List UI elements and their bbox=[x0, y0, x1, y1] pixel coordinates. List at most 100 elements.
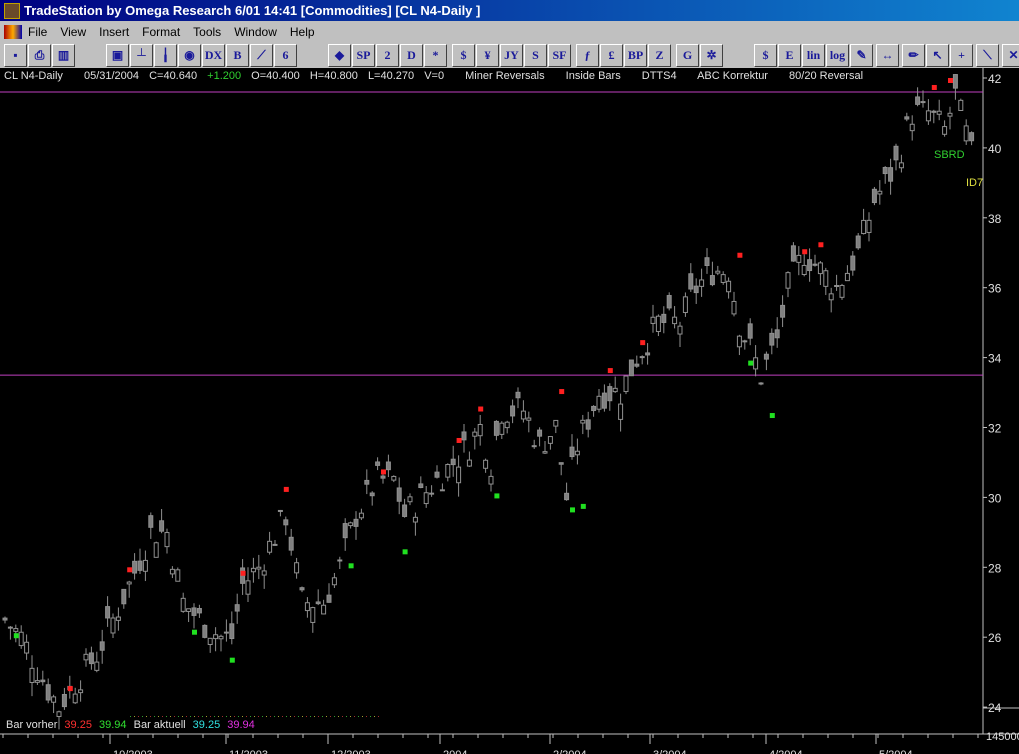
yen-button[interactable]: ¥ bbox=[476, 44, 499, 67]
tick-chart-button[interactable]: ┴ bbox=[130, 44, 153, 67]
volume-dot bbox=[318, 716, 319, 717]
curr-bar-label: Bar aktuell bbox=[133, 719, 186, 731]
menu-format[interactable]: Format bbox=[142, 25, 180, 39]
globe-button[interactable]: ◉ bbox=[178, 44, 201, 67]
volume-dot bbox=[334, 716, 335, 717]
b-doc-icon: B bbox=[233, 48, 242, 62]
indicator-label[interactable]: Miner Reversals bbox=[465, 70, 544, 82]
menu-tools[interactable]: Tools bbox=[193, 25, 221, 39]
candle-body bbox=[704, 257, 710, 267]
print-button[interactable]: ⎙ bbox=[28, 44, 51, 67]
lin-button[interactable]: lin bbox=[802, 44, 825, 67]
gold-button[interactable]: G bbox=[676, 44, 699, 67]
crosshair-button[interactable]: + bbox=[950, 44, 973, 67]
volume-dot bbox=[190, 716, 191, 717]
pencil-button[interactable]: ✏ bbox=[902, 44, 925, 67]
volume-dot bbox=[314, 716, 315, 717]
bar-chart-button[interactable]: ╽ bbox=[154, 44, 177, 67]
screen-button[interactable]: ▣ bbox=[106, 44, 129, 67]
signal-low-marker bbox=[570, 507, 575, 513]
six-doc-button[interactable]: 6 bbox=[274, 44, 297, 67]
signal-low-marker bbox=[494, 493, 500, 499]
jy-icon: JY bbox=[504, 48, 519, 62]
candle-body bbox=[601, 392, 607, 409]
notes-button[interactable]: ✎ bbox=[850, 44, 873, 67]
indicator-label[interactable]: DTTS4 bbox=[642, 70, 677, 82]
trendline-button[interactable]: ⟍ bbox=[976, 44, 999, 67]
document-icon[interactable] bbox=[4, 25, 22, 39]
candle-body bbox=[250, 567, 256, 573]
price-chart[interactable]: 42 40 38 36 34 32 30 28 26 24 145000 10/2003 11/2003… bbox=[0, 68, 1019, 754]
sp-button[interactable]: SP bbox=[352, 44, 375, 67]
avg2-button[interactable]: 2 bbox=[376, 44, 399, 67]
indicator-button[interactable]: ⟋ bbox=[250, 44, 273, 67]
delete-trendline-button[interactable]: ✕ bbox=[1002, 44, 1019, 67]
candle-body bbox=[628, 359, 634, 377]
candle-body bbox=[445, 464, 451, 478]
candle-body bbox=[7, 626, 13, 629]
candle-body bbox=[94, 661, 100, 671]
horizontal-arrow-button[interactable]: ↔ bbox=[876, 44, 899, 67]
candle-body bbox=[888, 167, 894, 182]
volume-dot bbox=[366, 716, 367, 717]
dollar-button[interactable]: $ bbox=[452, 44, 475, 67]
candle-body bbox=[807, 259, 813, 272]
cursor-button[interactable]: ↖ bbox=[926, 44, 949, 67]
sf-icon: SF bbox=[552, 48, 567, 62]
indicator-label[interactable]: 80/20 Reversal bbox=[789, 70, 863, 82]
app-icon[interactable] bbox=[4, 3, 20, 19]
sf-button[interactable]: SF bbox=[548, 44, 571, 67]
s-doc-button[interactable]: S bbox=[524, 44, 547, 67]
d-doc-button[interactable]: D bbox=[400, 44, 423, 67]
volume-dot bbox=[234, 716, 235, 717]
candle-body bbox=[607, 386, 613, 402]
wheat-button[interactable]: ✲ bbox=[700, 44, 723, 67]
signal-low-marker bbox=[580, 503, 586, 509]
volume-dot bbox=[182, 716, 183, 717]
pound-button[interactable]: £ bbox=[600, 44, 623, 67]
candle-body bbox=[412, 516, 418, 523]
chart-window-button[interactable]: ▥ bbox=[52, 44, 75, 67]
log-button[interactable]: log bbox=[826, 44, 849, 67]
pound-icon: £ bbox=[608, 48, 615, 62]
franc-button[interactable]: ƒ bbox=[576, 44, 599, 67]
indicator-label[interactable]: ABC Korrektur bbox=[697, 70, 768, 82]
volume-dot bbox=[202, 716, 203, 717]
dx-button[interactable]: DX bbox=[202, 44, 225, 67]
pointer-e-button[interactable]: E bbox=[778, 44, 801, 67]
quote-window-icon: $ bbox=[762, 48, 769, 62]
signal-high-marker bbox=[931, 84, 937, 90]
menu-file[interactable]: File bbox=[28, 25, 47, 39]
prev-bar-label: Bar vorher bbox=[6, 719, 58, 731]
sbrd-annotation: SBRD bbox=[934, 149, 965, 161]
indicator-label[interactable]: Inside Bars bbox=[566, 70, 621, 82]
candle-body bbox=[612, 387, 618, 393]
save-button[interactable]: ▪ bbox=[4, 44, 27, 67]
jy-button[interactable]: JY bbox=[500, 44, 523, 67]
candle-body bbox=[861, 219, 867, 235]
volume-dot bbox=[370, 716, 371, 717]
menu-window[interactable]: Window bbox=[234, 25, 277, 39]
b-doc-button[interactable]: B bbox=[226, 44, 249, 67]
signal-high-marker bbox=[456, 437, 462, 443]
quote-window-button[interactable]: $ bbox=[754, 44, 777, 67]
volume-dot bbox=[310, 716, 311, 717]
bp-button[interactable]: BP bbox=[624, 44, 647, 67]
candle-body bbox=[407, 496, 413, 503]
volume-dot bbox=[342, 716, 343, 717]
star-doc-button[interactable]: * bbox=[424, 44, 447, 67]
z-doc-button[interactable]: Z bbox=[648, 44, 671, 67]
menu-help[interactable]: Help bbox=[290, 25, 315, 39]
candle-body bbox=[196, 608, 202, 614]
volume-dot bbox=[186, 716, 187, 717]
menu-insert[interactable]: Insert bbox=[99, 25, 129, 39]
volume-dot bbox=[374, 716, 375, 717]
volume-dot bbox=[214, 716, 215, 717]
candle-body bbox=[277, 509, 283, 512]
menu-view[interactable]: View bbox=[60, 25, 86, 39]
price-tick-label: 30 bbox=[988, 491, 1002, 505]
bar-button[interactable]: ◆ bbox=[328, 44, 351, 67]
volume-dot bbox=[162, 716, 163, 717]
candle-body bbox=[753, 357, 759, 370]
volume-dot bbox=[274, 716, 275, 717]
